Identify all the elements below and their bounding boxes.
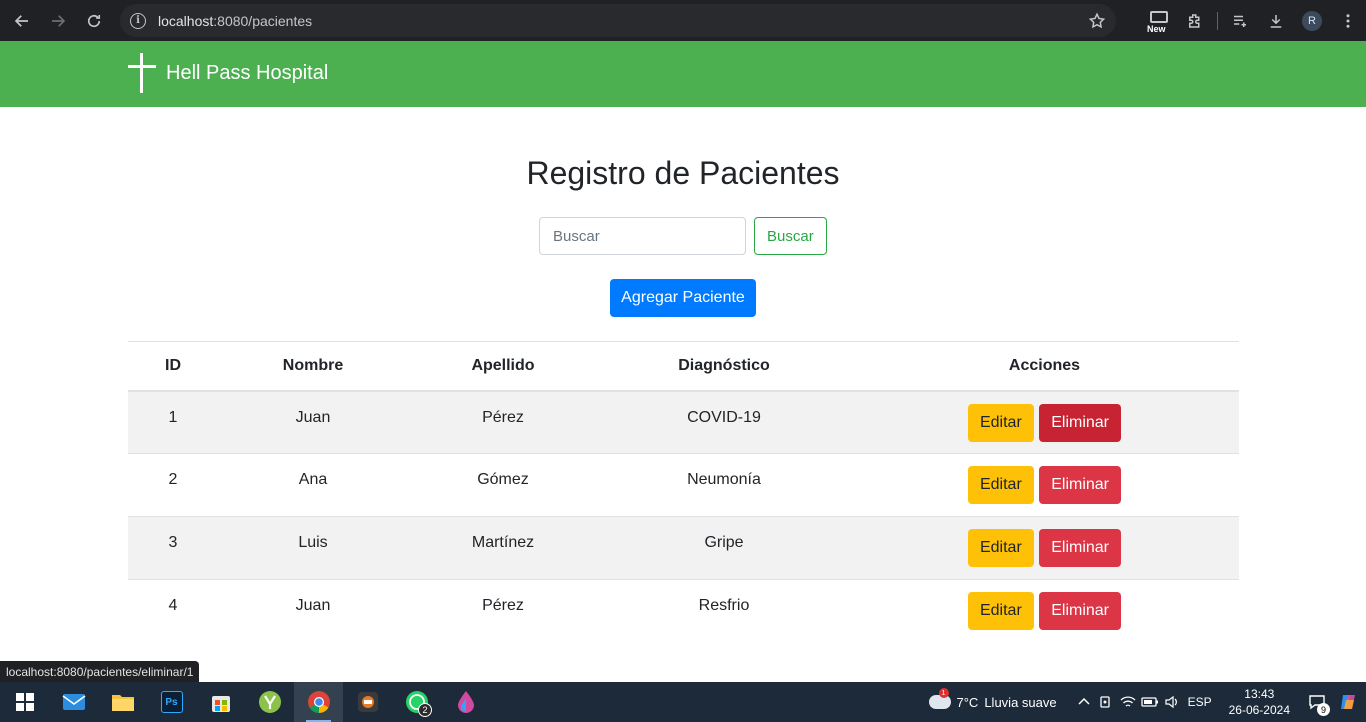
- reading-list-icon[interactable]: [1222, 3, 1258, 39]
- table-row: 1 Juan Pérez COVID-19 Editar Eliminar: [128, 390, 1239, 454]
- cell-id: 2: [128, 453, 218, 517]
- profile-avatar[interactable]: R: [1302, 10, 1322, 31]
- forward-icon[interactable]: [40, 3, 76, 39]
- notifications-icon[interactable]: 9: [1302, 694, 1332, 716]
- copilot-icon[interactable]: [1332, 682, 1366, 722]
- app-navbar: Hell Pass Hospital: [0, 41, 1366, 107]
- language-indicator[interactable]: ESP: [1183, 682, 1217, 722]
- brand-name: Hell Pass Hospital: [166, 61, 329, 84]
- app-icon[interactable]: [245, 682, 294, 722]
- store-icon[interactable]: [196, 682, 245, 722]
- paint-icon[interactable]: [441, 682, 490, 722]
- windows-taskbar: Ps 2 1 7°C Lluvia suave ESP 13:43 26-06-…: [0, 682, 1366, 722]
- edit-button[interactable]: Editar: [967, 529, 1034, 567]
- cell-actions: Editar Eliminar: [850, 579, 1239, 643]
- bookmark-star-icon[interactable]: [1088, 12, 1106, 35]
- weather-temp: 7°C: [956, 694, 979, 710]
- edit-button[interactable]: Editar: [967, 403, 1034, 442]
- whatsapp-badge: 2: [418, 703, 432, 717]
- page-title: Registro de Pacientes: [526, 155, 840, 191]
- site-info-icon[interactable]: i: [130, 12, 146, 29]
- clock-date: 26-06-2024: [1228, 703, 1290, 717]
- link-status-bubble: localhost:8080/pacientes/eliminar/1: [0, 661, 200, 683]
- extensions-icon[interactable]: [1177, 3, 1213, 39]
- weather-text: Lluvia suave: [984, 694, 1057, 710]
- cell-apellido: Pérez: [408, 390, 598, 454]
- table-header-row: ID Nombre Apellido Diagnóstico Acciones: [128, 341, 1239, 392]
- column-header-id: ID: [128, 341, 218, 392]
- chrome-icon[interactable]: [294, 682, 343, 722]
- weather-cloud-icon: 1: [928, 688, 951, 709]
- chevron-up-icon[interactable]: [1073, 682, 1095, 722]
- patients-table: ID Nombre Apellido Diagnóstico Acciones …: [128, 341, 1239, 643]
- tab-search-new-icon[interactable]: New: [1141, 3, 1177, 39]
- cell-diagnostico: Neumonía: [598, 453, 850, 517]
- clock[interactable]: 13:43 26-06-2024: [1229, 686, 1290, 718]
- table-row: 3 Luis Martínez Gripe Editar Eliminar: [128, 516, 1239, 580]
- cell-apellido: Gómez: [408, 453, 598, 517]
- table-row: 4 Juan Pérez Resfrio Editar Eliminar: [128, 579, 1239, 643]
- battery-icon[interactable]: [1139, 682, 1161, 722]
- weather-widget[interactable]: 1 7°C Lluvia suave: [928, 688, 1057, 710]
- cell-diagnostico: Resfrio: [598, 579, 850, 643]
- cell-id: 4: [128, 579, 218, 643]
- volume-icon[interactable]: [1161, 682, 1183, 722]
- cell-nombre: Ana: [218, 453, 408, 517]
- table-row: 2 Ana Gómez Neumonía Editar Eliminar: [128, 453, 1239, 517]
- edit-button[interactable]: Editar: [967, 592, 1034, 630]
- cell-id: 1: [128, 390, 218, 454]
- edit-button[interactable]: Editar: [967, 466, 1034, 504]
- add-patient-button[interactable]: Agregar Paciente: [610, 279, 756, 317]
- new-badge: New: [1146, 23, 1167, 34]
- cross-icon: [128, 53, 156, 93]
- cell-diagnostico: Gripe: [598, 516, 850, 580]
- search-button[interactable]: Buscar: [754, 217, 827, 255]
- column-header-diagnostico: Diagnóstico: [598, 341, 850, 392]
- column-header-nombre: Nombre: [218, 341, 408, 392]
- system-tray: 1 7°C Lluvia suave ESP 13:43 26-06-2024 …: [928, 682, 1366, 722]
- brand-link[interactable]: Hell Pass Hospital: [128, 53, 328, 93]
- mail-icon[interactable]: [49, 682, 98, 722]
- search-form: Buscar: [539, 217, 827, 255]
- cell-actions: Editar Eliminar: [850, 453, 1239, 517]
- delete-button[interactable]: Eliminar: [1039, 466, 1122, 504]
- address-bar[interactable]: i localhost:8080/pacientes: [120, 4, 1116, 37]
- app-icon[interactable]: [343, 682, 392, 722]
- meet-icon[interactable]: [1095, 682, 1117, 722]
- cell-nombre: Juan: [218, 579, 408, 643]
- search-input[interactable]: [539, 217, 746, 255]
- back-icon[interactable]: [4, 3, 40, 39]
- menu-kebab-icon[interactable]: [1330, 3, 1366, 39]
- photoshop-icon[interactable]: Ps: [147, 682, 196, 722]
- column-header-apellido: Apellido: [408, 341, 598, 392]
- download-icon[interactable]: [1258, 3, 1294, 39]
- file-explorer-icon[interactable]: [98, 682, 147, 722]
- address-url: localhost:8080/pacientes: [158, 12, 313, 29]
- cell-actions: Editar Eliminar: [850, 516, 1239, 580]
- delete-button[interactable]: Eliminar: [1039, 529, 1122, 567]
- wifi-icon[interactable]: [1117, 682, 1139, 722]
- delete-button[interactable]: Eliminar: [1039, 592, 1122, 630]
- notification-count: 9: [1317, 703, 1330, 716]
- cell-id: 3: [128, 516, 218, 580]
- whatsapp-icon[interactable]: 2: [392, 682, 441, 722]
- browser-toolbar: i localhost:8080/pacientes New R: [0, 0, 1366, 41]
- column-header-acciones: Acciones: [850, 341, 1239, 392]
- cell-nombre: Luis: [218, 516, 408, 580]
- windows-start-icon[interactable]: [0, 682, 49, 722]
- cell-nombre: Juan: [218, 390, 408, 454]
- cell-actions: Editar Eliminar: [850, 390, 1239, 454]
- clock-time: 13:43: [1244, 687, 1275, 701]
- reload-icon[interactable]: [76, 3, 112, 39]
- cell-apellido: Pérez: [408, 579, 598, 643]
- cell-diagnostico: COVID-19: [598, 390, 850, 454]
- cell-apellido: Martínez: [408, 516, 598, 580]
- delete-button[interactable]: Eliminar: [1039, 403, 1122, 442]
